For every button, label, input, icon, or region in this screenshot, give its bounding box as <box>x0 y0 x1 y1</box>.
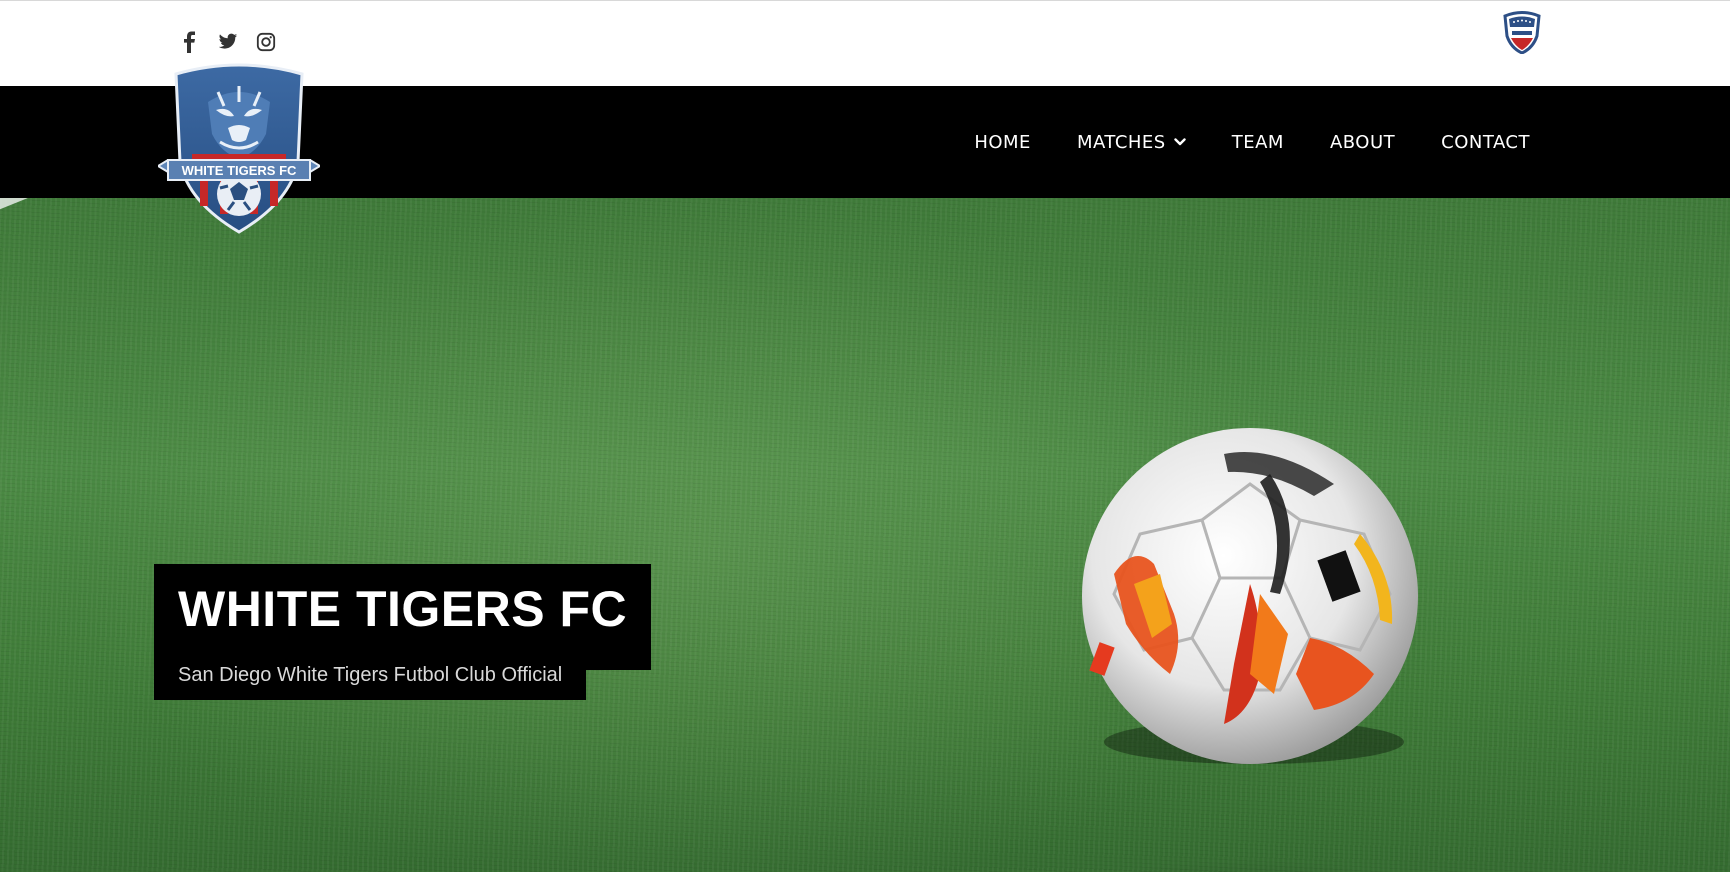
nav-team-label: TEAM <box>1231 131 1284 153</box>
nav-about-label: ABOUT <box>1329 131 1396 153</box>
hero-section <box>0 198 1730 872</box>
nav-home-label: HOME <box>974 131 1031 153</box>
soccer-ball-image <box>1074 424 1426 774</box>
club-logo[interactable]: WHITE TIGERS FC <box>156 62 322 234</box>
twitter-icon[interactable] <box>218 31 238 53</box>
social-links <box>180 31 276 53</box>
main-nav: HOME MATCHES TEAM ABOUT CONTACT <box>928 86 1530 198</box>
nav-matches[interactable]: MATCHES <box>1077 132 1186 153</box>
nav-matches-label: MATCHES <box>1076 131 1166 153</box>
nav-contact-label: CONTACT <box>1441 131 1530 153</box>
logo-text: WHITE TIGERS FC <box>182 163 297 178</box>
hero-subtitle-box: San Diego White Tigers Futbol Club Offic… <box>154 650 587 700</box>
nav-about[interactable]: ABOUT <box>1330 132 1395 153</box>
hero-subtitle: San Diego White Tigers Futbol Club Offic… <box>178 663 563 686</box>
hero-title: WHITE TIGERS FC <box>178 581 628 637</box>
instagram-icon[interactable] <box>256 31 276 53</box>
facebook-icon[interactable] <box>180 31 200 53</box>
chevron-down-icon <box>1174 136 1186 148</box>
nav-home[interactable]: HOME <box>974 132 1031 153</box>
nav-team[interactable]: TEAM <box>1232 132 1284 153</box>
turf-background <box>0 198 1730 872</box>
upsl-logo[interactable] <box>1501 10 1543 55</box>
nav-contact[interactable]: CONTACT <box>1441 132 1530 153</box>
